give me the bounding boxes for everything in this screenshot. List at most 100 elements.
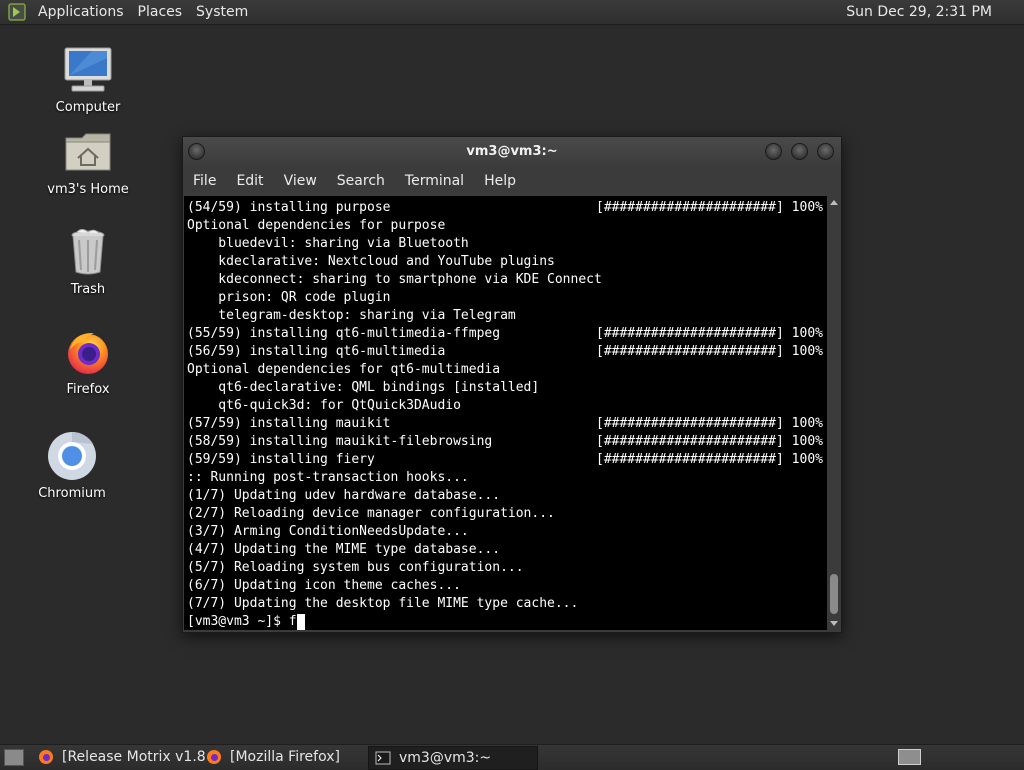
terminal-line-text: qt6-quick3d: for QtQuick3DAudio: [187, 398, 461, 413]
terminal-line: (56/59) installing qt6-multimedia [######…: [187, 343, 827, 361]
menu-search[interactable]: Search: [327, 173, 395, 189]
terminal-line-text: (3/7) Arming ConditionNeedsUpdate...: [187, 524, 469, 539]
progress-bar-text: [######################] 100%: [596, 200, 823, 215]
shell-prompt: [vm3@vm3 ~]$: [187, 614, 289, 629]
taskbar-item-mozilla-firefox[interactable]: [Mozilla Firefox]: [200, 746, 366, 768]
scroll-up-arrow-icon[interactable]: [830, 200, 838, 205]
terminal-line-text: kdeclarative: Nextcloud and YouTube plug…: [187, 254, 555, 269]
terminal-line: (3/7) Arming ConditionNeedsUpdate...: [187, 523, 827, 541]
taskbar-item-release-motrix[interactable]: [Release Motrix v1.8....: [32, 746, 206, 768]
typed-command: f: [288, 614, 297, 629]
terminal-line: :: Running post-transaction hooks...: [187, 469, 827, 487]
prompt-line[interactable]: [vm3@vm3 ~]$ f: [187, 613, 827, 631]
terminal-line: (54/59) installing purpose [#############…: [187, 199, 827, 217]
taskbar-item-terminal[interactable]: vm3@vm3:~: [368, 746, 538, 770]
distro-logo-icon[interactable]: [8, 3, 26, 21]
computer-icon: [62, 44, 114, 96]
terminal-line-text: (1/7) Updating udev hardware database...: [187, 488, 501, 503]
terminal-line: (55/59) installing qt6-multimedia-ffmpeg…: [187, 325, 827, 343]
top-menu: Applications Places System: [32, 4, 256, 20]
progress-bar-text: [######################] 100%: [596, 416, 823, 431]
terminal-line: (6/7) Updating icon theme caches...: [187, 577, 827, 595]
terminal-line-text: (59/59) installing fiery: [187, 452, 375, 467]
workspace-switcher[interactable]: [898, 749, 921, 765]
terminal-line: telegram-desktop: sharing via Telegram: [187, 307, 827, 325]
desktop-icon-chromium[interactable]: Chromium: [24, 430, 120, 501]
terminal-line: Optional dependencies for qt6-multimedia: [187, 361, 827, 379]
desktop-icon-firefox[interactable]: Firefox: [40, 326, 136, 397]
window-titlebar[interactable]: vm3@vm3:~: [183, 137, 841, 166]
terminal-line-text: (7/7) Updating the desktop file MIME typ…: [187, 596, 579, 611]
firefox-icon: [38, 749, 54, 765]
desktop-icon-home[interactable]: vm3's Home: [40, 126, 136, 197]
firefox-icon: [206, 749, 222, 765]
terminal-scrollbar[interactable]: [828, 196, 840, 630]
bottom-panel: [Release Motrix v1.8.... [Mozilla Firefo…: [0, 744, 1024, 770]
menu-view[interactable]: View: [274, 173, 327, 189]
trash-icon: [62, 226, 114, 278]
terminal-line: (59/59) installing fiery [###############…: [187, 451, 827, 469]
terminal-line-text: prison: QR code plugin: [187, 290, 391, 305]
terminal-line-text: (6/7) Updating icon theme caches...: [187, 578, 461, 593]
terminal-line: (57/59) installing mauikit [#############…: [187, 415, 827, 433]
terminal-line: (7/7) Updating the desktop file MIME typ…: [187, 595, 827, 613]
terminal-line: (1/7) Updating udev hardware database...: [187, 487, 827, 505]
terminal-line: (58/59) installing mauikit-filebrowsing […: [187, 433, 827, 451]
firefox-icon: [62, 326, 114, 378]
terminal-line-text: (57/59) installing mauikit: [187, 416, 391, 431]
clock[interactable]: Sun Dec 29, 2:31 PM: [846, 4, 992, 20]
taskbar-item-label: [Mozilla Firefox]: [230, 749, 340, 765]
show-desktop-button[interactable]: [4, 749, 24, 766]
terminal-output[interactable]: (54/59) installing purpose [#############…: [184, 196, 827, 630]
desktop-icon-computer[interactable]: Computer: [40, 44, 136, 115]
progress-bar-text: [######################] 100%: [596, 326, 823, 341]
terminal-line-text: (5/7) Reloading system bus configuration…: [187, 560, 524, 575]
progress-bar-text: [######################] 100%: [596, 344, 823, 359]
desktop-icon-label: vm3's Home: [47, 182, 129, 197]
desktop-icon-label: Computer: [55, 100, 121, 115]
text-cursor: [296, 614, 305, 630]
terminal-line-text: (58/59) installing mauikit-filebrowsing: [187, 434, 493, 449]
scrollbar-thumb[interactable]: [830, 574, 838, 614]
terminal-line-text: (56/59) installing qt6-multimedia: [187, 344, 446, 359]
terminal-line: (5/7) Reloading system bus configuration…: [187, 559, 827, 577]
applications-menu[interactable]: Applications: [32, 4, 132, 20]
places-menu[interactable]: Places: [132, 4, 191, 20]
scroll-down-arrow-icon[interactable]: [830, 621, 838, 626]
menu-edit[interactable]: Edit: [226, 173, 273, 189]
home-folder-icon: [62, 126, 114, 178]
progress-bar-text: [######################] 100%: [596, 452, 823, 467]
terminal-line-text: Optional dependencies for purpose: [187, 218, 446, 233]
terminal-line: bluedevil: sharing via Bluetooth: [187, 235, 827, 253]
terminal-line: (4/7) Updating the MIME type database...: [187, 541, 827, 559]
menu-terminal[interactable]: Terminal: [395, 173, 474, 189]
terminal-line: kdeclarative: Nextcloud and YouTube plug…: [187, 253, 827, 271]
terminal-line-text: (2/7) Reloading device manager configura…: [187, 506, 555, 521]
terminal-line-text: telegram-desktop: sharing via Telegram: [187, 308, 516, 323]
terminal-line: Optional dependencies for purpose: [187, 217, 827, 235]
window-title: vm3@vm3:~: [466, 144, 558, 159]
terminal-line-text: (4/7) Updating the MIME type database...: [187, 542, 501, 557]
terminal-line-text: Optional dependencies for qt6-multimedia: [187, 362, 501, 377]
close-button[interactable]: [817, 143, 834, 160]
terminal-line-text: qt6-declarative: QML bindings [installed…: [187, 380, 540, 395]
chromium-icon: [46, 430, 98, 482]
top-panel: Applications Places System Sun Dec 29, 2…: [0, 0, 1024, 25]
minimize-button[interactable]: [765, 143, 782, 160]
terminal-line: (2/7) Reloading device manager configura…: [187, 505, 827, 523]
desktop-icon-label: Chromium: [38, 486, 106, 501]
system-menu[interactable]: System: [190, 4, 256, 20]
desktop-icon-trash[interactable]: Trash: [40, 226, 136, 297]
progress-bar-text: [######################] 100%: [596, 434, 823, 449]
maximize-button[interactable]: [791, 143, 808, 160]
terminal-icon: [375, 750, 391, 766]
desktop-icon-label: Firefox: [66, 382, 110, 397]
terminal-window[interactable]: vm3@vm3:~ File Edit View Search Terminal…: [182, 136, 842, 633]
taskbar-item-label: vm3@vm3:~: [399, 750, 492, 766]
menu-help[interactable]: Help: [474, 173, 526, 189]
terminal-menubar: File Edit View Search Terminal Help: [183, 166, 841, 196]
terminal-line-text: (55/59) installing qt6-multimedia-ffmpeg: [187, 326, 501, 341]
terminal-line-text: kdeconnect: sharing to smartphone via KD…: [187, 272, 602, 287]
terminal-line-text: bluedevil: sharing via Bluetooth: [187, 236, 469, 251]
menu-file[interactable]: File: [183, 173, 226, 189]
